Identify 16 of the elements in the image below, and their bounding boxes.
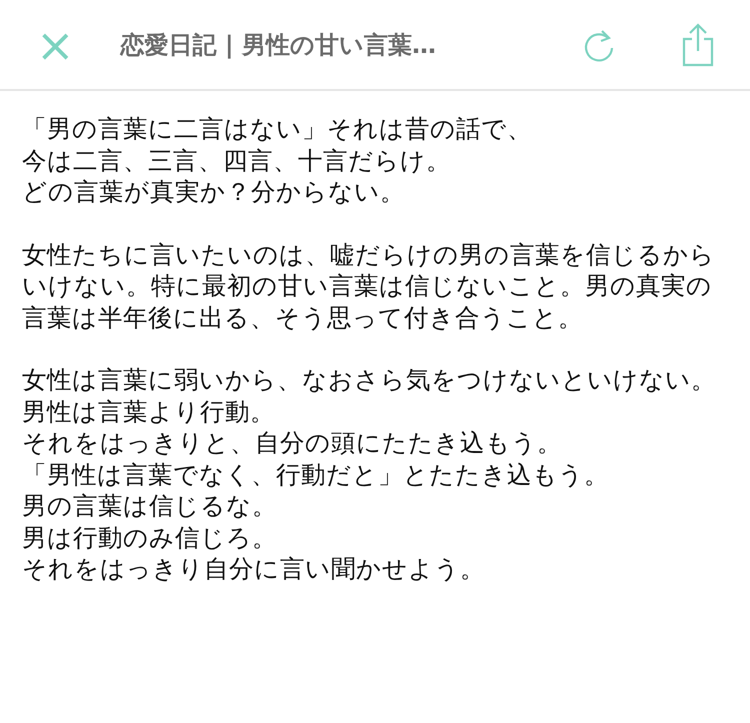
text-line: 「男性は言葉でなく、行動だと」とたたき込もう。 [22,458,609,490]
text-line: それをはっきり自分に言い聞かせよう。 [22,553,485,584]
page-title: 恋愛日記 | 男性の甘い言葉… [120,30,438,60]
text-line: 言葉は半年後に出る、そう思って付き合うこと。 [22,302,583,333]
text-line: 「男の言葉に二言はない」それは昔の話で、 [22,113,532,144]
text-line: 女性たちに言いたいのは、嘘だらけの男の言葉を信じるから [22,238,715,270]
text-line: 女性は言葉に弱いから、なおさら気をつけないといけない。 [22,364,716,396]
share-icon[interactable] [680,22,716,66]
text-line: どの言葉が真実か？分からない。 [22,176,405,208]
text-line: それをはっきりと、自分の頭にたたき込もう。 [22,427,562,458]
text-line: 男は行動のみ信じろ。 [22,522,277,553]
text-line: 男の言葉は信じるな。 [22,490,277,522]
text-line: いけない。特に最初の甘い言葉は信じないこと。男の真実の [22,270,712,302]
text-line: 今は二言、三言、四言、十言だらけ。 [22,144,451,176]
text-line: 男性は言葉より行動。 [22,396,275,427]
close-button[interactable]: × [30,22,81,68]
